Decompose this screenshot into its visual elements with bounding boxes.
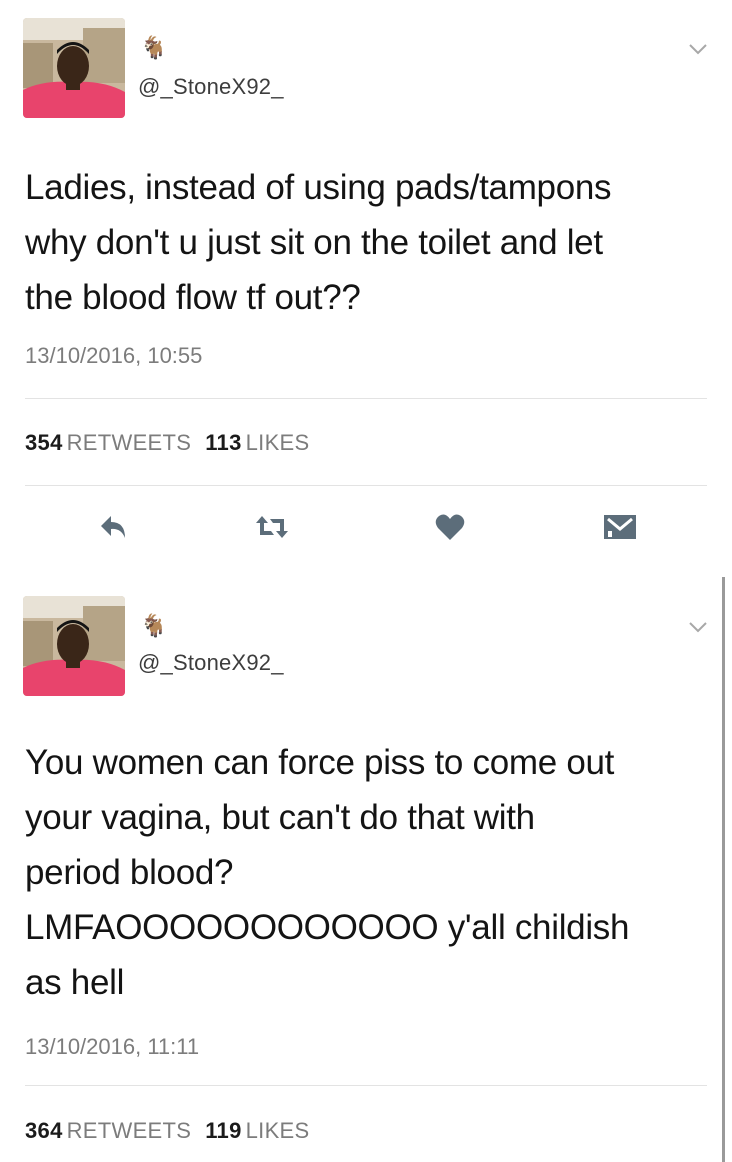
tweet-card: 🐐 @_StoneX92_ You women can force piss t…: [0, 568, 732, 1162]
retweet-icon: [256, 516, 288, 538]
scrollbar[interactable]: [722, 577, 725, 1162]
tweet-text: Ladies, instead of using pads/tampons wh…: [25, 168, 612, 317]
chevron-down-icon[interactable]: [688, 620, 708, 634]
divider: [25, 398, 707, 399]
reply-icon: [101, 516, 125, 538]
retweet-button[interactable]: [250, 505, 294, 549]
retweet-count[interactable]: 364: [25, 1118, 63, 1143]
like-count[interactable]: 113: [205, 430, 241, 455]
avatar[interactable]: [23, 18, 125, 118]
user-handle[interactable]: @_StoneX92_: [138, 74, 284, 100]
divider: [25, 485, 707, 486]
goat-emoji: 🐐: [140, 35, 168, 60]
reply-button[interactable]: [92, 505, 136, 549]
like-button[interactable]: [428, 505, 472, 549]
message-button[interactable]: [598, 505, 642, 549]
action-bar: [0, 505, 732, 549]
tweet-text: You women can force piss to come out you…: [25, 743, 630, 1002]
likes-label[interactable]: LIKES: [246, 430, 310, 455]
user-handle[interactable]: @_StoneX92_: [138, 650, 284, 676]
retweets-label[interactable]: RETWEETS: [67, 1118, 192, 1143]
avatar[interactable]: [23, 596, 125, 696]
tweet-stats: 364 RETWEETS 119 LIKES: [25, 1118, 310, 1144]
timestamp[interactable]: 13/10/2016, 10:55: [25, 343, 202, 369]
message-icon: [604, 515, 636, 539]
timestamp[interactable]: 13/10/2016, 11:11: [25, 1034, 199, 1060]
tweet-card: 🐐 @_StoneX92_ Ladies, instead of using p…: [0, 0, 732, 568]
like-count[interactable]: 119: [205, 1118, 241, 1143]
divider: [25, 1085, 707, 1086]
likes-label[interactable]: LIKES: [246, 1118, 310, 1143]
goat-emoji: 🐐: [140, 613, 168, 638]
tweet-stats: 354 RETWEETS 113 LIKES: [25, 430, 310, 456]
chevron-down-icon[interactable]: [688, 42, 708, 56]
heart-icon: [435, 514, 465, 540]
retweet-count[interactable]: 354: [25, 430, 63, 455]
retweets-label[interactable]: RETWEETS: [67, 430, 192, 455]
